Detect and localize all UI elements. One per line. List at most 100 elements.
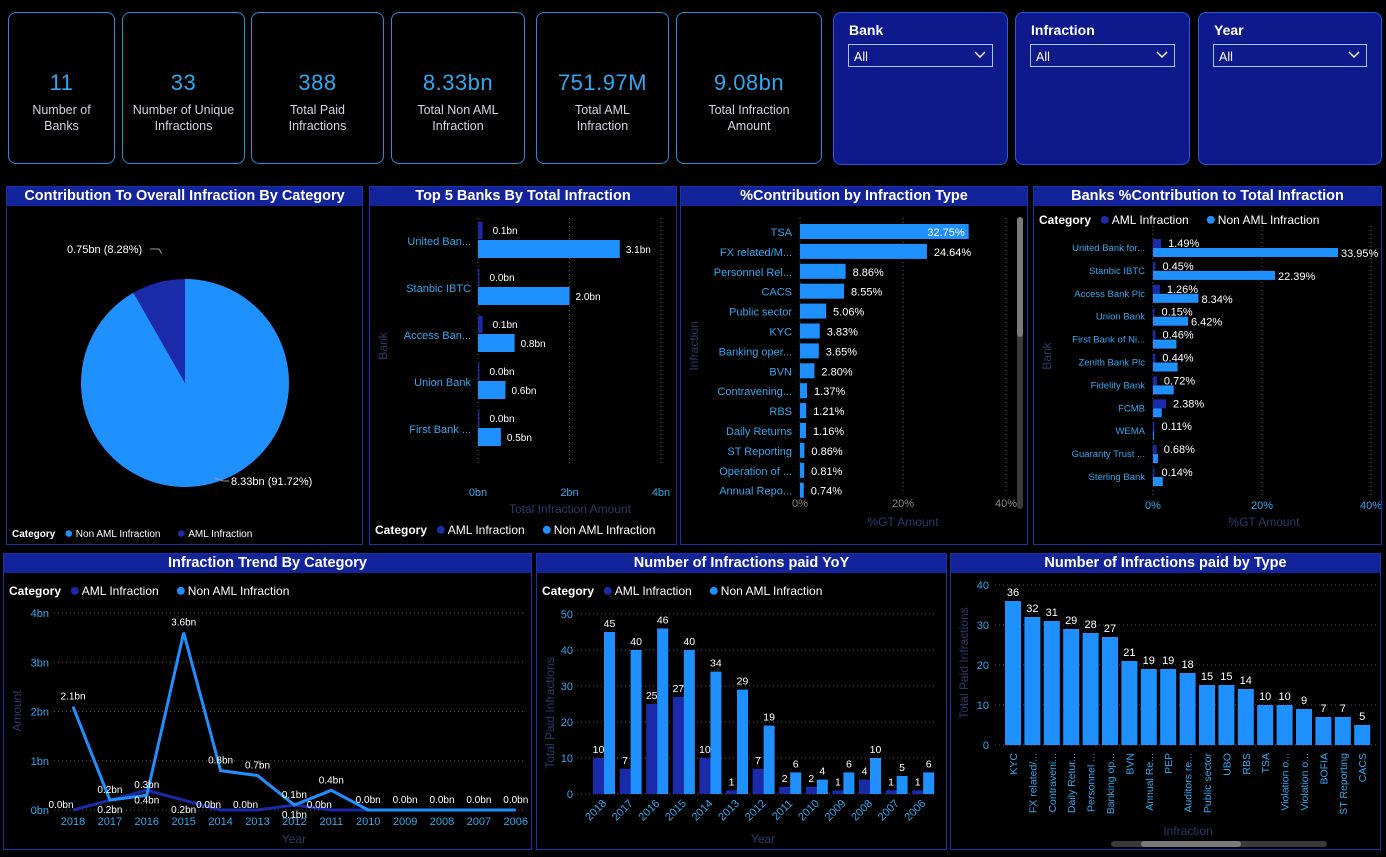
tick-label: Contraveni... (1047, 753, 1059, 813)
legend-item: AML Infraction (1112, 213, 1189, 227)
data-label: 2 (808, 773, 814, 785)
bar-aml (1153, 239, 1162, 248)
chart-title: Banks %Contribution to Total Infraction (1034, 187, 1381, 206)
data-label: 3.1bn (626, 245, 651, 256)
data-label: 0.0bn (429, 795, 454, 806)
bar-aml (1153, 422, 1155, 432)
chart-title: Number of Infractions paid by Type (951, 554, 1380, 573)
legend-item: AML Infraction (82, 584, 159, 598)
kpi-value: 8.33bn (422, 70, 494, 95)
pie-chart-panel: Contribution To Overall Infraction By Ca… (6, 186, 363, 545)
slicer-title: Infraction (1031, 22, 1095, 38)
bar (800, 243, 927, 259)
data-label: 10 (1259, 691, 1271, 703)
bar-non-aml (657, 628, 669, 794)
bar (1199, 685, 1215, 745)
horizontal-scrollbar[interactable] (1111, 841, 1327, 847)
axis-title: Year (751, 832, 775, 846)
bar-non-aml (478, 287, 570, 305)
data-label: 0.5bn (507, 433, 532, 444)
tick-label: 0% (792, 498, 808, 510)
bar-non-aml (478, 240, 620, 258)
infraction-dropdown[interactable]: All (1030, 44, 1175, 67)
banks-pct-chart: 0% 20% 40%United Bank for... 1.49%33.95%Sta… (1039, 213, 1381, 529)
data-label: 0.0bn (233, 800, 258, 811)
axis-title: Bank (1040, 341, 1054, 369)
bar (800, 482, 804, 498)
data-label: 7 (622, 755, 628, 767)
tick-label: TSA (1260, 753, 1272, 773)
tick-label: 2007 (876, 798, 902, 824)
bar-aml (752, 768, 764, 794)
tick-label: 2015 (663, 798, 689, 824)
legend-marker (436, 525, 445, 534)
category-label: Banking oper... (719, 346, 792, 358)
bar-aml (832, 790, 844, 794)
bar-non-aml (1153, 362, 1178, 372)
tick-label: 2015 (171, 816, 195, 828)
kpi-value: 388 (298, 70, 337, 95)
kpi-card-banks: 11 Number of Banks (8, 12, 115, 164)
chevron-down-icon (1156, 51, 1168, 58)
category-label: BVN (769, 366, 792, 378)
data-label: 32 (1026, 603, 1038, 615)
data-label: 21 (1123, 647, 1135, 659)
tick-label: KYC (1008, 753, 1020, 775)
tick-label: 2013 (245, 816, 269, 828)
tick-label: 2010 (356, 816, 380, 828)
category-label: Daily Returns (726, 426, 793, 438)
legend-item: Non AML Infraction (1218, 213, 1320, 227)
axis-title: %GT Amount (867, 515, 939, 529)
chart-title: Contribution To Overall Infraction By Ca… (7, 187, 362, 206)
scrollbar[interactable] (1017, 217, 1023, 509)
category-label: Stanbic IBTC (406, 283, 471, 295)
bar (1354, 725, 1371, 745)
legend-item: AML Infraction (188, 529, 252, 540)
bar-non-aml (1153, 385, 1174, 395)
tick-label: 40 (977, 580, 989, 592)
bar-aml (779, 786, 791, 794)
data-label: 4 (819, 766, 825, 778)
scrollbar-thumb[interactable] (1141, 841, 1241, 847)
bar (1276, 705, 1293, 745)
data-label: 33.95% (1341, 248, 1379, 260)
top5-banks-panel: Top 5 Banks By Total Infraction 0bn 2bn 4b… (369, 186, 677, 545)
top5-banks-chart: 0bn 2bn 4bn United Ban... 0.1bn 3.1bn Stanbic … (375, 218, 670, 537)
data-label: 1.16% (813, 426, 844, 438)
data-label: 27 (1104, 623, 1116, 635)
bar-aml (1153, 445, 1157, 455)
kpi-card-aml: 751.97M Total AML Infraction (536, 12, 669, 164)
data-label: 1 (835, 776, 841, 788)
bar-non-aml (843, 772, 855, 794)
category-label: WEMA (1115, 426, 1145, 437)
category-label: Contravening... (717, 386, 792, 398)
data-label: 0.68% (1164, 444, 1195, 456)
category-label: Operation of ... (719, 466, 792, 478)
axis-title: Bank (376, 331, 390, 359)
category-label: FCMB (1118, 403, 1145, 414)
legend-marker (177, 530, 185, 537)
kpi-card-total-amount: 9.08bn Total Infraction Amount (676, 12, 822, 164)
data-label: 0.14% (1162, 467, 1193, 479)
category-label: Annual Repo... (719, 486, 792, 498)
bank-dropdown[interactable]: All (848, 44, 993, 67)
axis-title: %GT Amount (1228, 515, 1300, 529)
tick-label: 40% (1360, 500, 1381, 512)
data-label: 18 (1181, 659, 1193, 671)
bar-aml (478, 222, 483, 239)
bar-non-aml (737, 689, 748, 794)
data-label: 24.64% (934, 247, 972, 259)
bar (800, 383, 808, 399)
tick-label: 40% (995, 498, 1017, 510)
category-label: CACS (761, 287, 792, 299)
bar-aml (1153, 261, 1156, 271)
year-dropdown[interactable]: All (1213, 44, 1367, 67)
bar-non-aml (1153, 408, 1162, 418)
data-label: 8.34% (1201, 294, 1232, 306)
tick-label: 20% (1251, 500, 1273, 512)
scrollbar-thumb[interactable] (1017, 217, 1023, 337)
tick-label: 2006 (504, 816, 528, 828)
tick-label: 10 (561, 753, 573, 765)
data-label: 0.2bn (97, 785, 122, 796)
legend-marker (542, 525, 551, 534)
